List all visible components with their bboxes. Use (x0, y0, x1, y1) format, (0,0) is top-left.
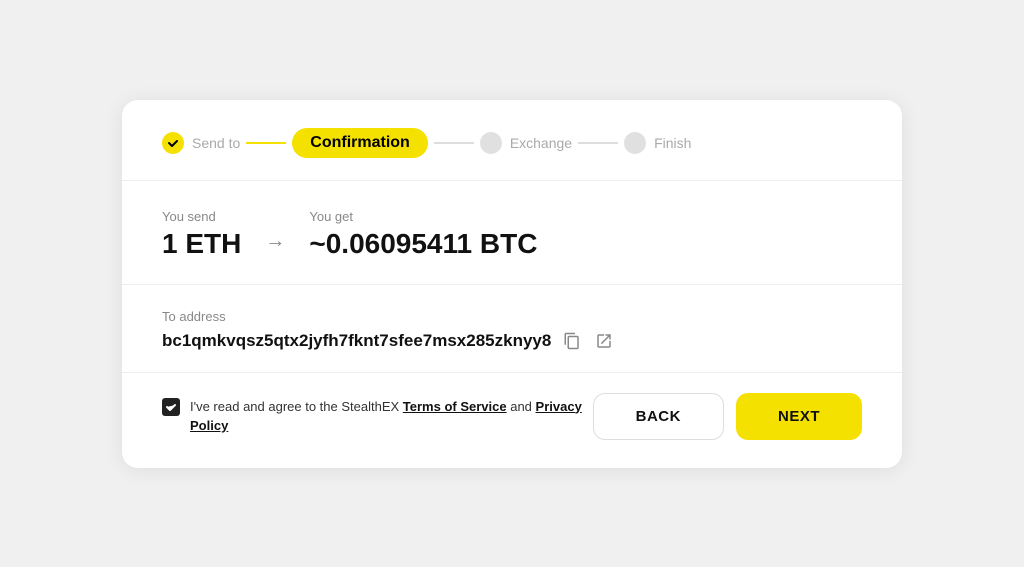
get-value: ~0.06095411 BTC (309, 228, 537, 260)
buttons-row: BACK NEXT (593, 393, 862, 440)
step-send-to-label: Send to (192, 135, 240, 151)
step-connector-3 (578, 142, 618, 144)
terms-of-service-link[interactable]: Terms of Service (403, 399, 507, 414)
step-finish: Finish (624, 132, 691, 154)
address-section: To address bc1qmkvqsz5qtx2jyfh7fknt7sfee… (122, 285, 902, 373)
step-send-to-circle (162, 132, 184, 154)
step-finish-circle (624, 132, 646, 154)
address-value: bc1qmkvqsz5qtx2jyfh7fknt7sfee7msx285zkny… (162, 331, 551, 351)
exchange-section: You send 1 ETH → You get ~0.06095411 BTC (122, 181, 902, 285)
address-row: bc1qmkvqsz5qtx2jyfh7fknt7sfee7msx285zkny… (162, 330, 862, 352)
step-exchange: Exchange (480, 132, 572, 154)
copy-address-button[interactable] (561, 330, 583, 352)
step-exchange-label: Exchange (510, 135, 572, 151)
address-label: To address (162, 309, 862, 324)
send-col: You send 1 ETH (162, 209, 241, 260)
step-finish-label: Finish (654, 135, 691, 151)
get-label: You get (309, 209, 537, 224)
stepper: Send to Confirmation Exchange Finish (122, 100, 902, 181)
main-card: Send to Confirmation Exchange Finish You… (122, 100, 902, 468)
open-address-button[interactable] (593, 330, 615, 352)
step-connector-2 (434, 142, 474, 144)
step-send-to: Send to (162, 132, 240, 154)
terms-row: I've read and agree to the StealthEX Ter… (162, 397, 593, 436)
get-col: You get ~0.06095411 BTC (309, 209, 537, 260)
step-exchange-circle (480, 132, 502, 154)
terms-checkbox[interactable] (162, 398, 180, 416)
step-connector-1 (246, 142, 286, 144)
step-confirmation: Confirmation (292, 128, 428, 158)
send-value: 1 ETH (162, 228, 241, 260)
next-button[interactable]: NEXT (736, 393, 862, 440)
step-confirmation-label: Confirmation (292, 128, 428, 158)
send-label: You send (162, 209, 241, 224)
back-button[interactable]: BACK (593, 393, 724, 440)
arrow-icon: → (265, 230, 285, 253)
terms-text: I've read and agree to the StealthEX Ter… (190, 397, 593, 436)
card-footer: I've read and agree to the StealthEX Ter… (122, 373, 902, 468)
